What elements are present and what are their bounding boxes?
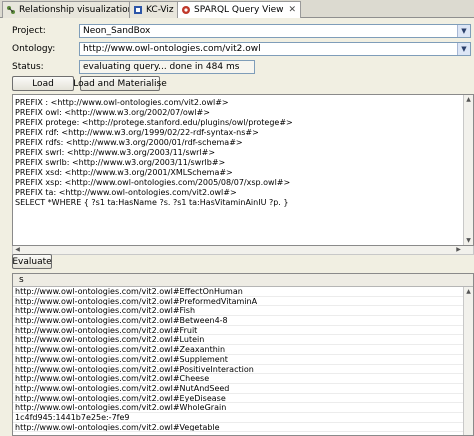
table-row[interactable]: http://www.owl-ontologies.com/vit2.owl#W… (13, 403, 473, 413)
table-row[interactable]: http://www.owl-ontologies.com/vit2.owl#F… (13, 326, 473, 336)
tab-sparql-query-view[interactable]: SPARQL Query View ✕ (177, 1, 302, 18)
table-row[interactable]: http://www.owl-ontologies.com/vit2.owl#E… (13, 287, 473, 297)
status-label: Status: (12, 62, 44, 72)
query-line: PREFIX : <http://www.owl-ontologies.com/… (15, 98, 229, 107)
project-value: Neon_SandBox (83, 26, 151, 36)
load-button[interactable]: Load (12, 76, 74, 91)
table-row[interactable]: http://www.owl-ontologies.com/vit2.owl#C… (13, 374, 473, 384)
table-row[interactable]: http://www.owl-ontologies.com/vit2.owl#P… (13, 365, 473, 375)
load-and-materialise-button[interactable]: Load and Materialise (73, 76, 167, 91)
query-line: PREFIX owl: <http://www.w3.org/2002/07/o… (15, 108, 210, 117)
table-row[interactable]: http://www.owl-ontologies.com/vit2.owl#F… (13, 306, 473, 317)
scroll-left-icon[interactable]: ◀ (13, 245, 22, 254)
close-icon[interactable]: ✕ (289, 5, 297, 15)
ontology-select[interactable]: http://www.owl-ontologies.com/vit2.owl ▼ (79, 42, 471, 56)
evaluate-button[interactable]: Evaluate (12, 254, 52, 269)
query-line: PREFIX protege: <http://protege.stanford… (15, 118, 293, 127)
table-row[interactable]: http://www.owl-ontologies.com/vit2.owl#N… (13, 384, 473, 394)
table-row[interactable]: http://www.owl-ontologies.com/vit2.owl#S… (13, 355, 473, 365)
tab-kc-viz[interactable]: KC-Viz (129, 1, 179, 18)
chevron-down-icon[interactable]: ▼ (457, 25, 470, 37)
query-line: PREFIX xsd: <http://www.w3.org/2001/XMLS… (15, 168, 233, 177)
table-row[interactable]: http://www.owl-ontologies.com/vit2.owl#E… (13, 394, 473, 404)
project-select[interactable]: Neon_SandBox ▼ (79, 24, 471, 38)
scroll-right-icon[interactable]: ▶ (454, 245, 463, 254)
results-table: s http://www.owl-ontologies.com/vit2.owl… (12, 273, 474, 436)
status-field: evaluating query... done in 484 ms (79, 60, 255, 74)
scroll-up-icon[interactable]: ▲ (464, 95, 473, 104)
query-vertical-scrollbar[interactable]: ▲ ▼ (463, 95, 473, 245)
query-horizontal-scrollbar[interactable]: ◀ ▶ (12, 246, 474, 255)
sparql-query-editor[interactable]: PREFIX : <http://www.owl-ontologies.com/… (12, 94, 474, 246)
table-row[interactable]: http://www.owl-ontologies.com/vit2.owl#Z… (13, 345, 473, 355)
table-row[interactable]: http://www.owl-ontologies.com/vit2.owl#P… (13, 297, 473, 307)
chevron-down-icon[interactable]: ▼ (457, 43, 470, 55)
results-vertical-scrollbar[interactable]: ▲ (463, 287, 473, 435)
table-row[interactable]: http://www.owl-ontologies.com/vit2.owl#B… (13, 316, 473, 326)
tab-label: Relationship visualization (19, 5, 134, 15)
ontology-value: http://www.owl-ontologies.com/vit2.owl (83, 44, 261, 54)
status-value: evaluating query... done in 484 ms (83, 62, 240, 72)
tab-relationship-visualization[interactable]: Relationship visualization (2, 1, 139, 18)
view-tab-bar: Relationship visualization KC-Viz SPARQL… (0, 0, 474, 18)
tab-label: KC-Viz (146, 5, 174, 15)
table-row[interactable]: 1c4fd945:1441b7e25e:-7fe9 (13, 413, 473, 423)
scroll-up-icon[interactable]: ▲ (464, 287, 473, 296)
query-line: PREFIX swrlb: <http://www.w3.org/2003/11… (15, 158, 226, 167)
ontology-label: Ontology: (12, 44, 56, 54)
query-line: PREFIX rdf: <http://www.w3.org/1999/02/2… (15, 128, 259, 137)
kcviz-icon (134, 6, 142, 14)
query-line: PREFIX rdfs: <http://www.w3.org/2000/01/… (15, 138, 243, 147)
results-column-header[interactable]: s (13, 274, 473, 287)
tab-label: SPARQL Query View (194, 5, 284, 15)
query-line: PREFIX xsp: <http://www.owl-ontologies.c… (15, 178, 291, 187)
relationship-icon (7, 6, 15, 14)
table-row[interactable]: http://www.owl-ontologies.com/vit2.owl#V… (13, 423, 473, 433)
scroll-down-icon[interactable]: ▼ (464, 236, 473, 245)
query-line: SELECT *WHERE { ?s1 ta:HasName ?s. ?s1 t… (15, 198, 289, 207)
table-row[interactable]: http://www.owl-ontologies.com/vit2.owl#L… (13, 335, 473, 346)
query-line: PREFIX ta: <http://www.owl-ontologies.co… (15, 188, 237, 197)
project-label: Project: (12, 26, 46, 36)
query-line: PREFIX swrl: <http://www.w3.org/2003/11/… (15, 148, 216, 157)
sparql-icon (182, 6, 190, 14)
